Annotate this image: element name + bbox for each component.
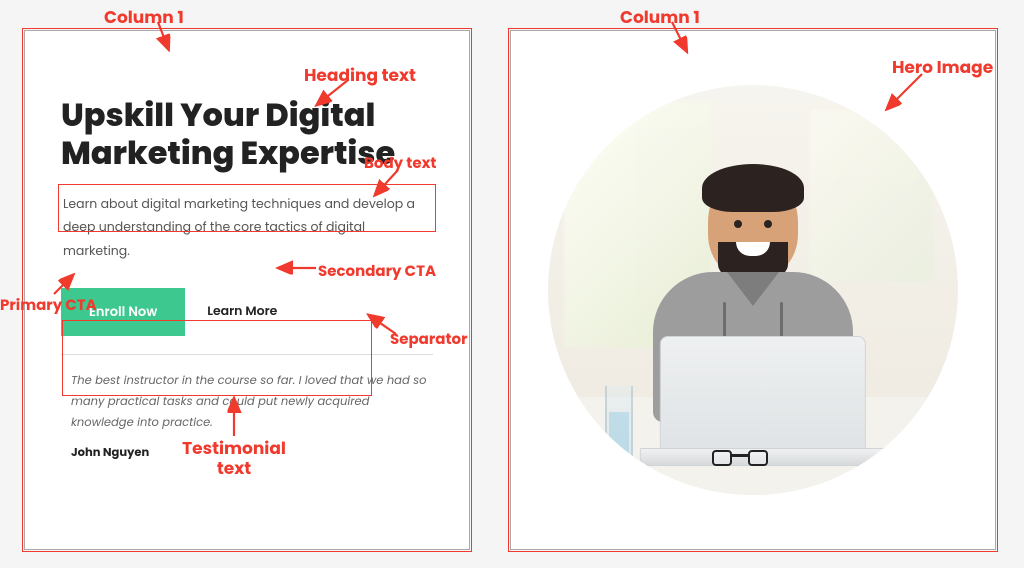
body-text: Learn about digital marketing techniques… bbox=[61, 191, 433, 266]
anno-column1-right-label: Column 1 bbox=[620, 4, 700, 30]
water-glass-icon bbox=[605, 386, 633, 462]
secondary-cta-link[interactable]: Learn More bbox=[207, 303, 277, 321]
anno-column1-left-label: Column 1 bbox=[104, 4, 184, 30]
testimonial-block: The best instructor in the course so far… bbox=[61, 369, 433, 464]
eyeglasses-icon bbox=[712, 450, 768, 470]
cta-row: Enroll Now Learn More bbox=[61, 288, 433, 336]
hero-image bbox=[548, 85, 958, 495]
heading-text: Upskill Your Digital Marketing Expertise bbox=[61, 97, 433, 173]
testimonial-quote: The best instructor in the course so far… bbox=[71, 371, 429, 435]
separator bbox=[61, 354, 433, 355]
column-1-right bbox=[510, 30, 996, 550]
testimonial-author: John Nguyen bbox=[71, 445, 429, 462]
column-1-left: Upskill Your Digital Marketing Expertise… bbox=[24, 30, 470, 550]
primary-cta-button[interactable]: Enroll Now bbox=[61, 288, 185, 336]
